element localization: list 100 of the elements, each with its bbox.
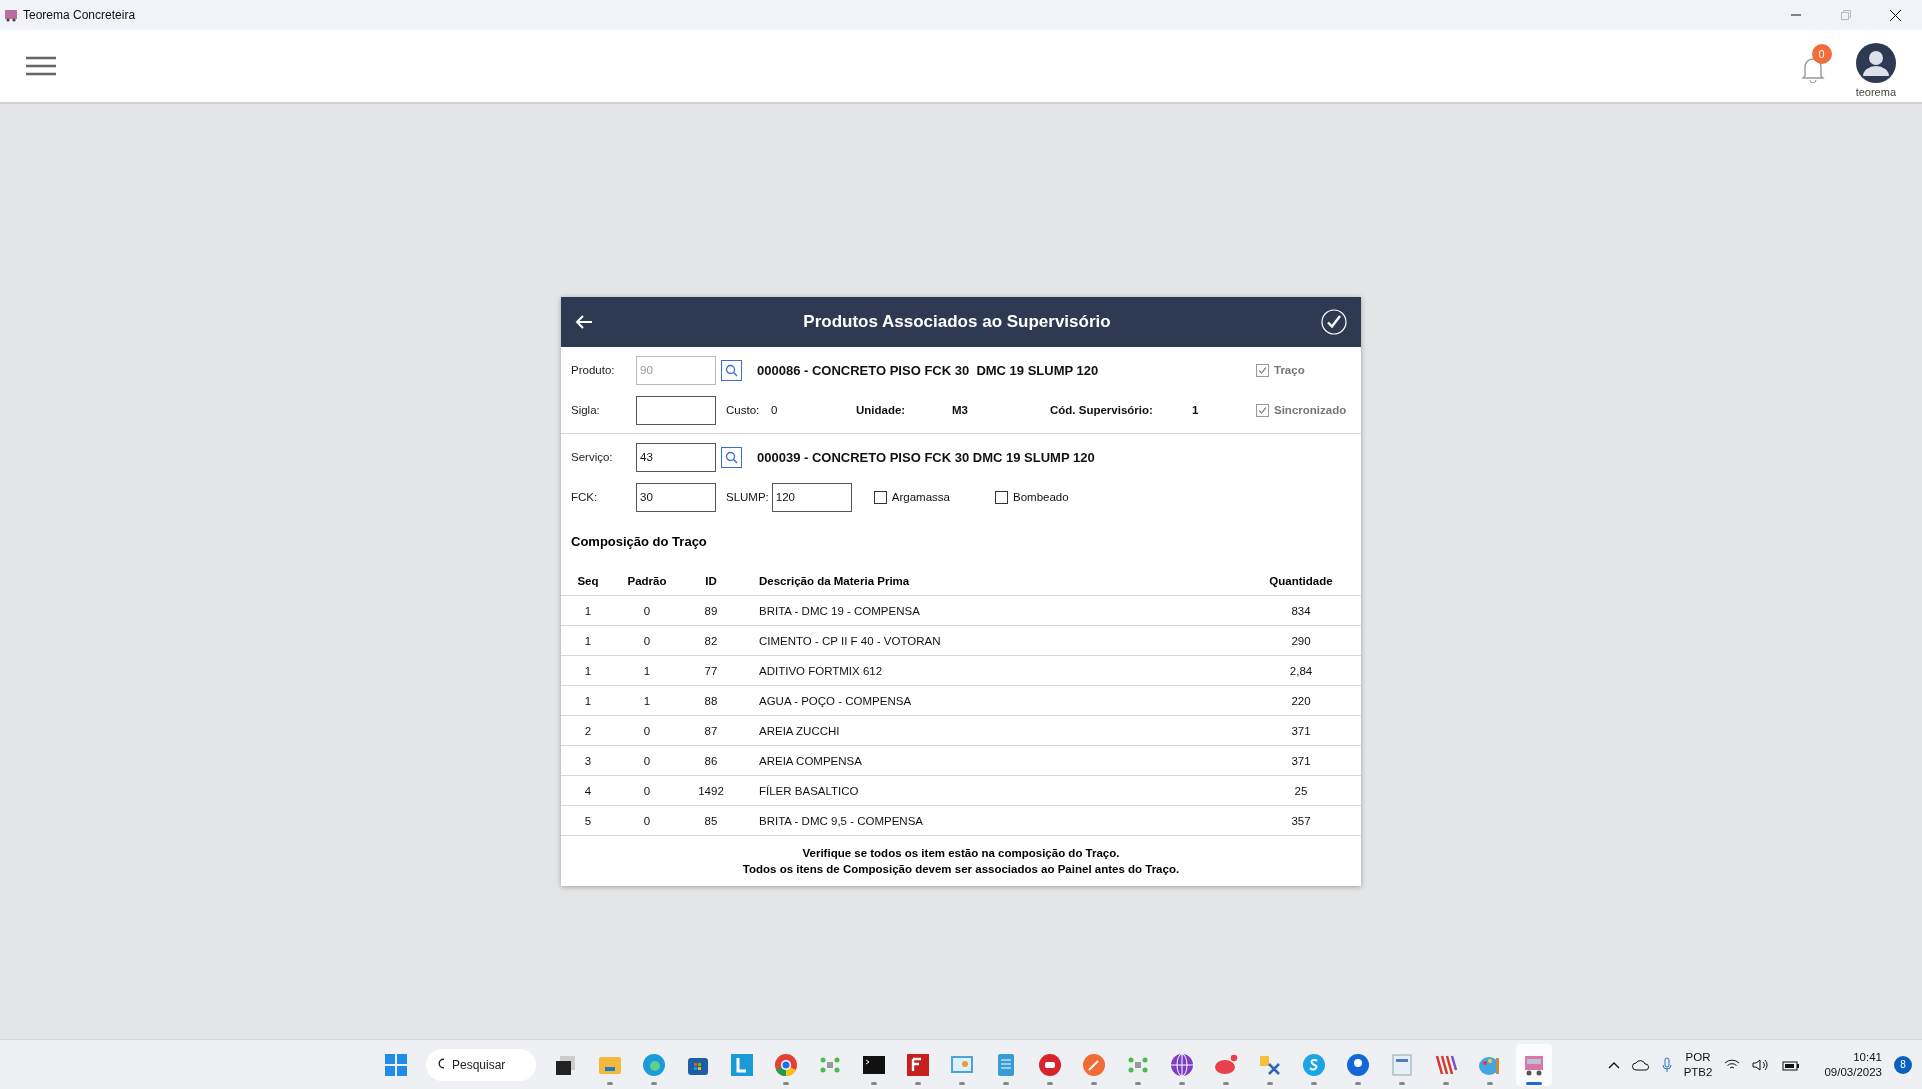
notification-badge[interactable]: 8: [1894, 1055, 1912, 1074]
checkbox-label: Sincronizado: [1256, 403, 1351, 417]
app-icon: [1037, 1051, 1063, 1078]
table-cell: 290: [1241, 625, 1361, 656]
window-title: Teorema Concreteira: [23, 8, 137, 22]
table-cell: 1: [561, 685, 615, 716]
table-cell: ADITIVO FORTMIX 612: [743, 655, 1241, 686]
field-label: Cód. Supervisório:: [1050, 404, 1154, 416]
field-label: Serviço:: [571, 451, 614, 463]
table-cell: 0: [615, 595, 679, 626]
table-cell: 3: [561, 745, 615, 776]
table-cell: 2,84: [1241, 655, 1361, 686]
table-cell: 4: [561, 775, 615, 806]
search-bar[interactable]: Pesquisar: [426, 1048, 536, 1081]
service-field[interactable]: 43: [636, 442, 716, 472]
table-cell: 0: [615, 805, 679, 836]
speaker-icon[interactable]: [1752, 1057, 1771, 1072]
field-label: Sigla:: [571, 404, 601, 416]
app-icon: [1301, 1051, 1327, 1078]
table-cell: 2: [561, 715, 615, 746]
table-cell: 371: [1241, 745, 1361, 776]
table-cell: 1: [615, 655, 679, 686]
table-cell: BRITA - DMC 19 - COMPENSA: [743, 595, 1241, 626]
table-cell: 82: [679, 625, 743, 656]
table-cell: 371: [1241, 715, 1361, 746]
column-header: Quantidade: [1241, 567, 1361, 596]
confirm-icon[interactable]: [1321, 309, 1347, 335]
cloud-icon[interactable]: [1631, 1058, 1650, 1071]
search-button[interactable]: [721, 359, 742, 381]
clock-date[interactable]: 09/03/2023: [1824, 1064, 1882, 1080]
sigla-field[interactable]: [636, 395, 716, 425]
table-cell: 220: [1241, 685, 1361, 716]
search-icon: [725, 363, 738, 377]
app-logo-icon: [4, 8, 18, 22]
table-cell: 85: [679, 805, 743, 836]
field-label: FCK:: [571, 491, 599, 503]
field-label: Unidade:: [856, 404, 907, 416]
table-cell: 1: [561, 625, 615, 656]
note-text: Verifique se todos os item estão na composição do Traço.: [802, 846, 1120, 861]
table-cell: 1: [561, 655, 615, 686]
browser-icon: [773, 1051, 799, 1078]
field-label: Custo:: [726, 404, 761, 416]
back-icon[interactable]: [575, 314, 593, 330]
document-icon: [1389, 1051, 1415, 1078]
keyboard-layout-text[interactable]: PTB2: [1683, 1064, 1713, 1080]
table-cell: BRITA - DMC 9,5 - COMPENSA: [743, 805, 1241, 836]
notification-badge: 0: [1811, 44, 1832, 64]
clock-time[interactable]: 10:41: [1853, 1049, 1882, 1065]
search-icon: [438, 1058, 444, 1071]
table-cell: 1: [561, 595, 615, 626]
microphone-icon[interactable]: [1661, 1056, 1672, 1073]
table-cell: 86: [679, 745, 743, 776]
field-label: Produto:: [571, 364, 616, 376]
checkbox[interactable]: [873, 490, 887, 504]
field-label: SLUMP:: [726, 491, 769, 503]
column-header: Seq: [561, 567, 615, 596]
checkbox-label: Traço: [1256, 363, 1351, 377]
field-value: 0: [771, 404, 779, 416]
menu-icon[interactable]: [26, 56, 56, 76]
column-header: Descrição da Materia Prima: [743, 567, 1241, 596]
avatar-icon[interactable]: [1855, 42, 1896, 83]
location-icon: [1345, 1051, 1371, 1078]
search-icon: [725, 450, 738, 464]
table-cell: 0: [615, 715, 679, 746]
table-cell: AREIA ZUCCHI: [743, 715, 1241, 746]
wifi-icon[interactable]: [1724, 1058, 1741, 1071]
table-cell: 5: [561, 805, 615, 836]
table-cell: CIMENTO - CP II F 40 - VOTORAN: [743, 625, 1241, 656]
chevron-up-icon[interactable]: [1607, 1060, 1620, 1069]
column-header: Padrão: [615, 567, 679, 596]
search-input[interactable]: Pesquisar: [450, 1056, 524, 1073]
table-cell: 0: [615, 625, 679, 656]
language-text[interactable]: POR: [1685, 1049, 1711, 1065]
table-cell: 1: [615, 685, 679, 716]
section-title: Composição do Traço: [570, 533, 708, 551]
table-cell: 77: [679, 655, 743, 686]
table-cell: AREIA COMPENSA: [743, 745, 1241, 776]
table-cell: 89: [679, 595, 743, 626]
battery-icon[interactable]: [1782, 1058, 1801, 1071]
app-icon: [905, 1051, 931, 1078]
note-text: Todos os itens de Composição devem ser associados ao Painel antes do Traço.: [742, 862, 1180, 877]
app-icon: [1081, 1051, 1107, 1078]
checkbox[interactable]: [995, 490, 1008, 504]
service-description: 000039 - CONCRETO PISO FCK 30 DMC 19 SLUMP 120: [757, 449, 1095, 465]
product-description: 000086 - CONCRETO PISO FCK 30 DMC 19 SLUMP 120: [757, 362, 1099, 378]
column-header: ID: [679, 567, 743, 596]
windows-logo-icon: [385, 1053, 407, 1076]
field-value: 1: [1192, 404, 1200, 416]
search-button[interactable]: [721, 446, 742, 468]
table-cell: 0: [615, 745, 679, 776]
restore-icon: [1840, 10, 1851, 20]
fck-field[interactable]: 30: [636, 482, 716, 512]
table-cell: 25: [1241, 775, 1361, 806]
table-cell: 834: [1241, 595, 1361, 626]
table-cell: 0: [615, 775, 679, 806]
slump-field[interactable]: 120: [771, 482, 852, 512]
globe-icon: [1169, 1051, 1195, 1078]
table-cell: 87: [679, 715, 743, 746]
table-cell: AGUA - POÇO - COMPENSA: [743, 685, 1241, 716]
table-cell: FÍLER BASALTICO: [743, 775, 1241, 806]
